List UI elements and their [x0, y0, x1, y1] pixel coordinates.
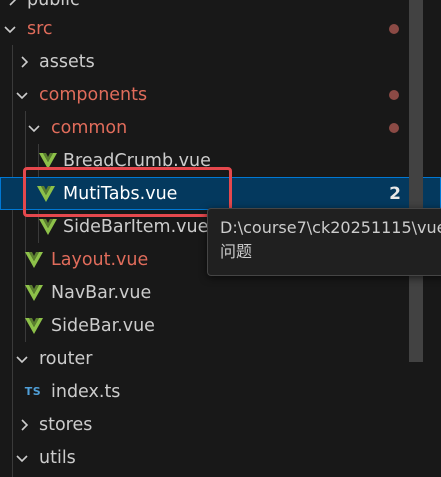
tree-item-router[interactable]: router	[0, 342, 441, 375]
tree-item-label: common	[51, 117, 128, 138]
tree-item-label: index.ts	[51, 381, 121, 402]
tree-item-index-ts[interactable]: TS index.ts	[0, 375, 441, 408]
tooltip-path: D:\course7\ck20251115\vue	[220, 218, 441, 237]
tree-item-stores[interactable]: stores	[0, 408, 441, 441]
chevron-down-icon	[15, 88, 29, 102]
tree-item-sidebar-vue[interactable]: SideBar.vue	[0, 309, 441, 342]
tree-item-label: NavBar.vue	[51, 282, 152, 303]
modified-dot	[389, 23, 399, 34]
tree-item-label: stores	[39, 414, 93, 435]
chevron-down-icon	[15, 352, 29, 366]
typescript-file-icon: TS	[24, 385, 42, 398]
vue-file-icon	[24, 283, 44, 303]
tree-item-label: Layout.vue	[51, 249, 149, 270]
chevron-down-icon	[3, 22, 17, 36]
tree-item-navbar-vue[interactable]: NavBar.vue	[0, 276, 441, 309]
tree-item-assets[interactable]: assets	[0, 45, 441, 78]
tree-item-label: router	[39, 348, 93, 369]
tree-item-label: components	[39, 84, 148, 105]
tree-item-src[interactable]: src	[0, 12, 441, 45]
vertical-scrollbar[interactable]	[409, 0, 423, 362]
vue-file-icon	[38, 217, 58, 237]
modified-dot	[389, 122, 399, 133]
chevron-right-icon	[5, 0, 19, 7]
chevron-down-icon	[27, 121, 41, 135]
tree-item-label: assets	[39, 51, 95, 72]
tooltip-status: 问题	[220, 242, 253, 261]
chevron-right-icon	[17, 55, 31, 69]
explorer-tree: public src assets components common	[0, 0, 441, 477]
tree-item-label: SideBarItem.vue	[63, 216, 209, 237]
annotation-highlight	[23, 167, 232, 217]
tree-item-label: utils	[39, 447, 76, 468]
chevron-right-icon	[17, 418, 31, 432]
tree-item-label: SideBar.vue	[51, 315, 155, 336]
vue-file-icon	[24, 316, 44, 336]
chevron-down-icon	[15, 451, 29, 465]
tree-item-utils[interactable]: utils	[0, 441, 441, 474]
tree-item-common[interactable]: common	[0, 111, 441, 144]
modified-dot	[389, 89, 399, 100]
problem-count-badge: 2	[389, 183, 401, 204]
vue-file-icon	[24, 250, 44, 270]
tree-item-label: public	[27, 0, 80, 10]
tree-item-label: src	[27, 18, 53, 39]
hover-tooltip: D:\course7\ck20251115\vue 问题	[207, 208, 441, 276]
tree-item-components[interactable]: components	[0, 78, 441, 111]
